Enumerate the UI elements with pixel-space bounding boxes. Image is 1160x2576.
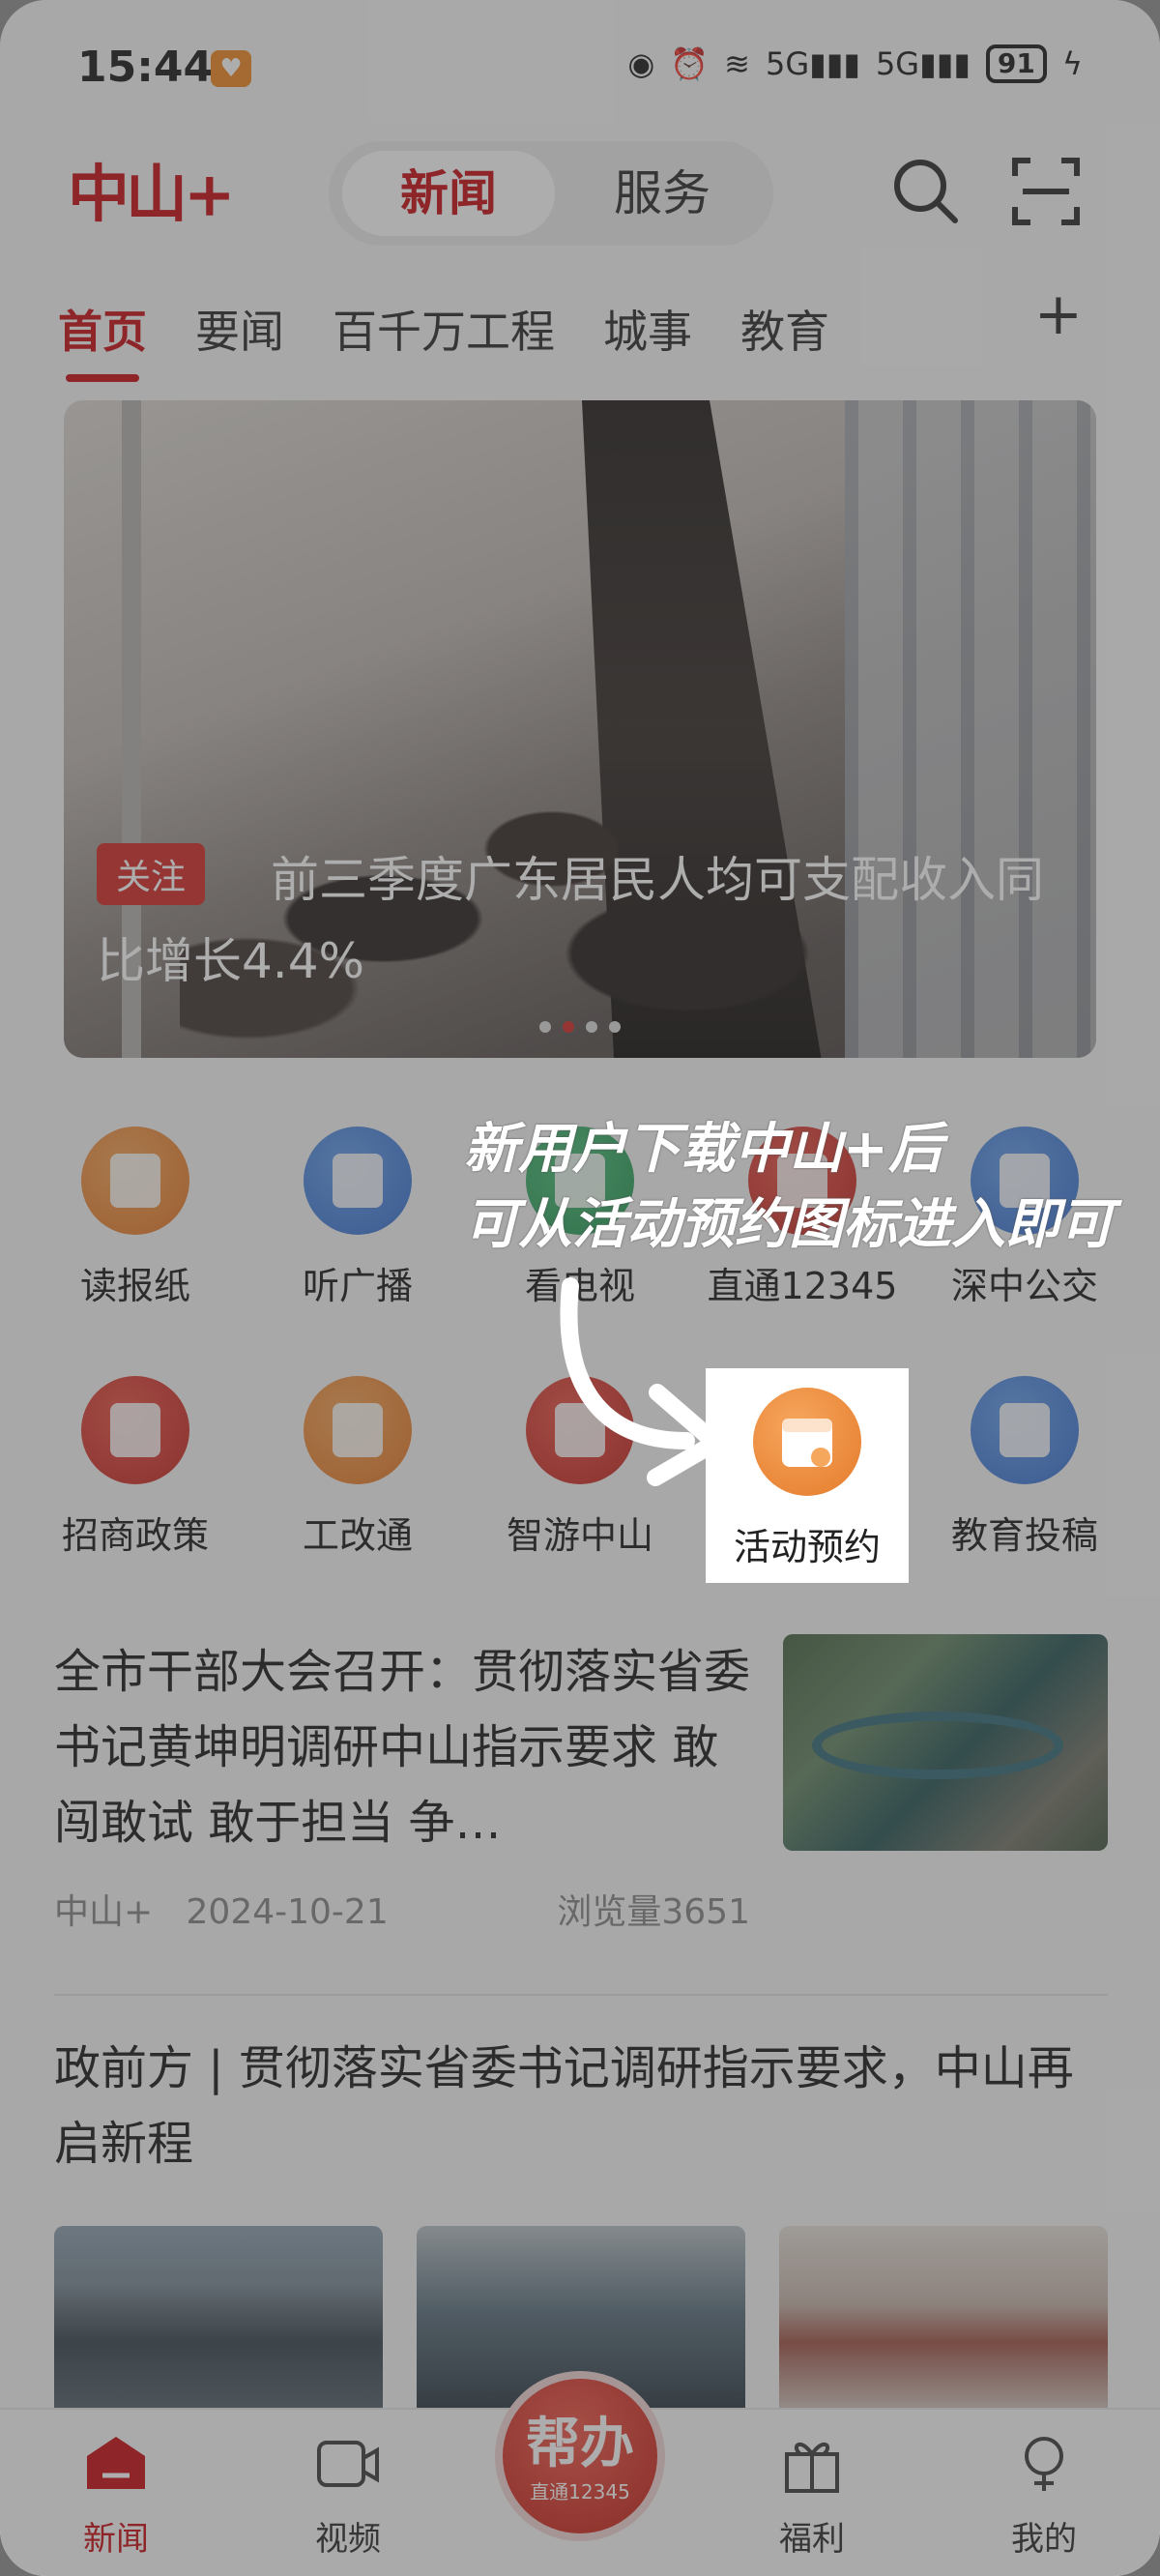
reform-icon — [304, 1376, 412, 1484]
news-item-2[interactable]: 政前方 | 贯彻落实省委书记调研指示要求，中山再启新程 — [54, 2031, 1108, 2181]
tutorial-annotation: 新用户下载中山+后 可从活动预约图标进入即可 — [464, 1112, 1114, 1263]
app-logo: 中山+ — [68, 159, 236, 231]
charging-icon: ϟ — [1061, 45, 1083, 82]
headline-banner[interactable]: 前三季度广东居民人均可支配收入同比增长4.4% 关注 — [64, 400, 1096, 1058]
help-hotline-button[interactable]: 帮办 直通12345 — [495, 2371, 665, 2541]
article-image — [54, 2226, 383, 2419]
policy-icon — [81, 1376, 189, 1484]
calendar-icon — [753, 1388, 861, 1496]
gift-icon — [785, 2442, 839, 2493]
wifi-icon: ≋ — [724, 45, 750, 82]
article-title: 全市干部大会召开：贯彻落实省委书记黄坤明调研中山指示要求 敢闯敢试 敢于担当 争… — [54, 1645, 751, 1850]
scan-icon[interactable] — [1009, 155, 1083, 228]
carousel-dot — [586, 1021, 597, 1033]
article-thumbnail — [783, 1634, 1108, 1851]
nav-welfare[interactable]: 福利 — [744, 2433, 880, 2560]
segment-service[interactable]: 服务 — [561, 151, 764, 236]
battery-indicator: 91 — [985, 44, 1047, 83]
notification-app-icon: ♥ — [211, 50, 251, 87]
article-image — [779, 2226, 1108, 2419]
annotation-line-1: 新用户下载中山+后 — [464, 1118, 942, 1181]
search-icon[interactable] — [889, 155, 963, 228]
tab-city[interactable]: 城事 — [603, 297, 692, 361]
carousel-dot — [609, 1021, 621, 1033]
article-views: 浏览量3651 — [557, 1892, 750, 1932]
tab-headlines[interactable]: 要闻 — [195, 297, 284, 361]
newspaper-icon — [81, 1127, 189, 1235]
help-button-label: 帮办 — [526, 2413, 634, 2475]
shortcut-radio[interactable]: 听广播 — [261, 1127, 454, 1376]
app-screen: 15:44 ♥ ◉ ⏰ ≋ 5G▮▮▮ 5G▮▮▮ 91 ϟ 中山+ 新闻 服务… — [0, 0, 1160, 2576]
signal-1: 5G▮▮▮ — [765, 45, 860, 82]
shortcut-event-booking[interactable]: 活动预约 — [706, 1368, 909, 1583]
news-service-switch: 新闻 服务 — [329, 141, 773, 246]
nav-profile[interactable]: 我的 — [976, 2433, 1112, 2560]
add-tab-icon[interactable]: + — [1034, 280, 1083, 348]
shortcut-education-submit[interactable]: 教育投稿 — [928, 1376, 1121, 1625]
category-tabs: 首页 要闻 百千万工程 城事 教育 + — [58, 280, 1102, 382]
annotation-arrow-icon — [560, 1277, 724, 1486]
article-title: 政前方 | 贯彻落实省委书记调研指示要求，中山再启新程 — [54, 2041, 1074, 2171]
status-indicators: ◉ ⏰ ≋ 5G▮▮▮ 5G▮▮▮ 91 ϟ — [627, 44, 1083, 83]
shortcut-reform[interactable]: 工改通 — [261, 1376, 454, 1625]
mail-icon — [971, 1376, 1079, 1484]
tab-project[interactable]: 百千万工程 — [333, 297, 555, 361]
annotation-line-2: 可从活动预约图标进入即可 — [464, 1193, 1114, 1256]
shortcut-policy[interactable]: 招商政策 — [39, 1376, 232, 1625]
nav-video[interactable]: 视频 — [280, 2433, 416, 2560]
eye-icon: ◉ — [627, 45, 655, 82]
segment-news[interactable]: 新闻 — [342, 151, 555, 236]
tab-education[interactable]: 教育 — [740, 297, 829, 361]
alarm-icon: ⏰ — [670, 45, 710, 82]
nav-news[interactable]: 新闻 — [48, 2433, 184, 2560]
news-item-1[interactable]: 全市干部大会召开：贯彻落实省委书记黄坤明调研中山指示要求 敢闯敢试 敢于担当 争… — [54, 1634, 1108, 1963]
carousel-dots — [64, 1018, 1096, 1037]
profile-icon — [1025, 2437, 1063, 2491]
article-date: 2024-10-21 — [186, 1892, 389, 1932]
carousel-dot-active — [563, 1021, 574, 1033]
article-source: 中山+ — [54, 1892, 154, 1932]
help-button-sublabel: 直通12345 — [530, 2480, 630, 2503]
status-time: 15:44 — [77, 43, 214, 92]
signal-2: 5G▮▮▮ — [875, 45, 971, 82]
tab-home[interactable]: 首页 — [58, 297, 147, 382]
carousel-dot — [539, 1021, 551, 1033]
banner-title: 前三季度广东居民人均可支配收入同比增长4.4% — [97, 852, 1044, 989]
news-icon — [87, 2437, 145, 2489]
shortcut-newspaper[interactable]: 读报纸 — [39, 1127, 232, 1376]
radio-icon — [304, 1127, 412, 1235]
top-header: 中山+ 新闻 服务 — [0, 135, 1160, 271]
status-bar: 15:44 ♥ ◉ ⏰ ≋ 5G▮▮▮ 5G▮▮▮ 91 ϟ — [0, 0, 1160, 135]
divider — [54, 1994, 1108, 1996]
video-icon — [317, 2441, 379, 2487]
article-meta: 中山+ 2024-10-21 浏览量3651 — [54, 1884, 750, 1934]
banner-tag: 关注 — [97, 843, 206, 905]
